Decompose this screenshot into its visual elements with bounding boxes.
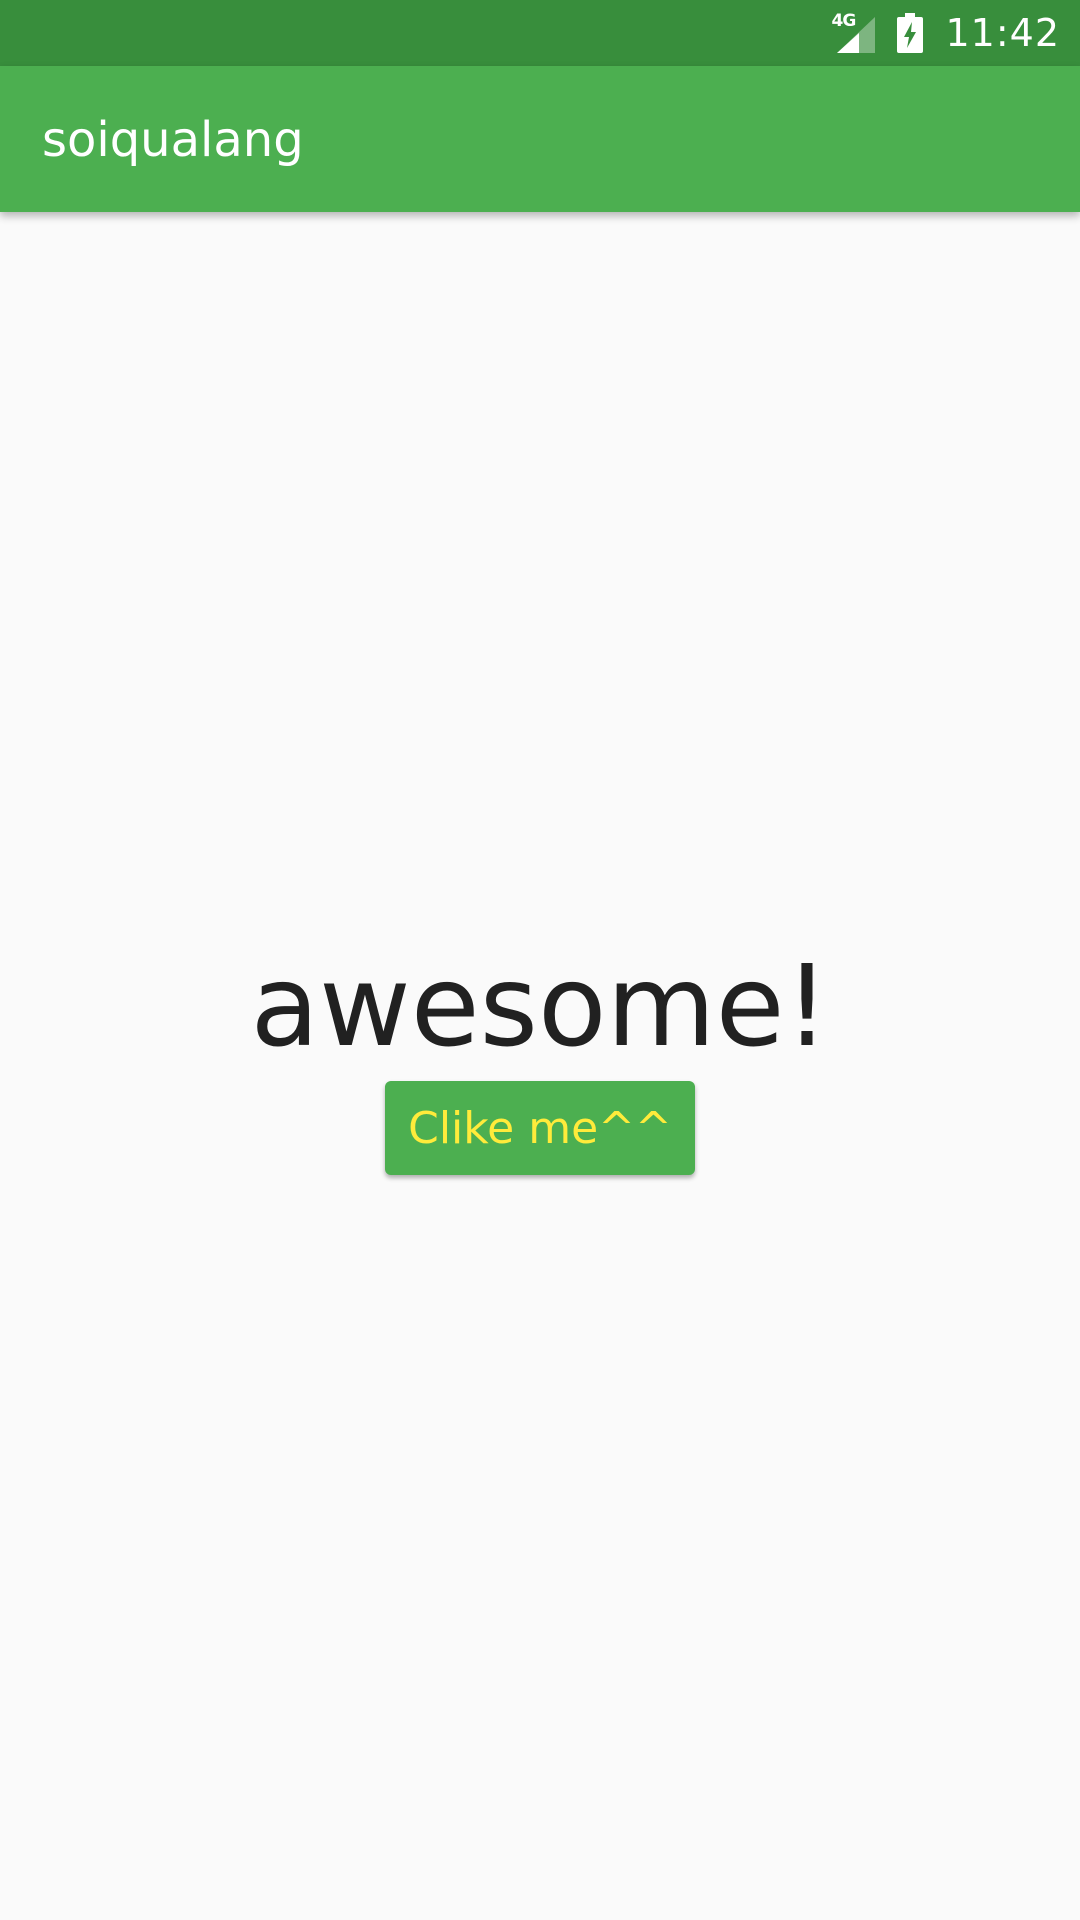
app-title: soiqualang (42, 112, 304, 168)
click-me-button[interactable]: Clike me^^ (385, 1081, 695, 1175)
status-bar: 4G 11:42 (0, 0, 1080, 66)
status-clock: 11:42 (945, 11, 1060, 55)
main-content: awesome! Clike me^^ (0, 212, 1080, 1920)
cell-signal-icon: 4G (831, 11, 876, 53)
headline-text: awesome! (250, 942, 830, 1072)
battery-charging-icon (897, 13, 924, 53)
status-icons: 4G 11:42 (831, 0, 1060, 66)
app-bar: soiqualang (0, 66, 1080, 212)
